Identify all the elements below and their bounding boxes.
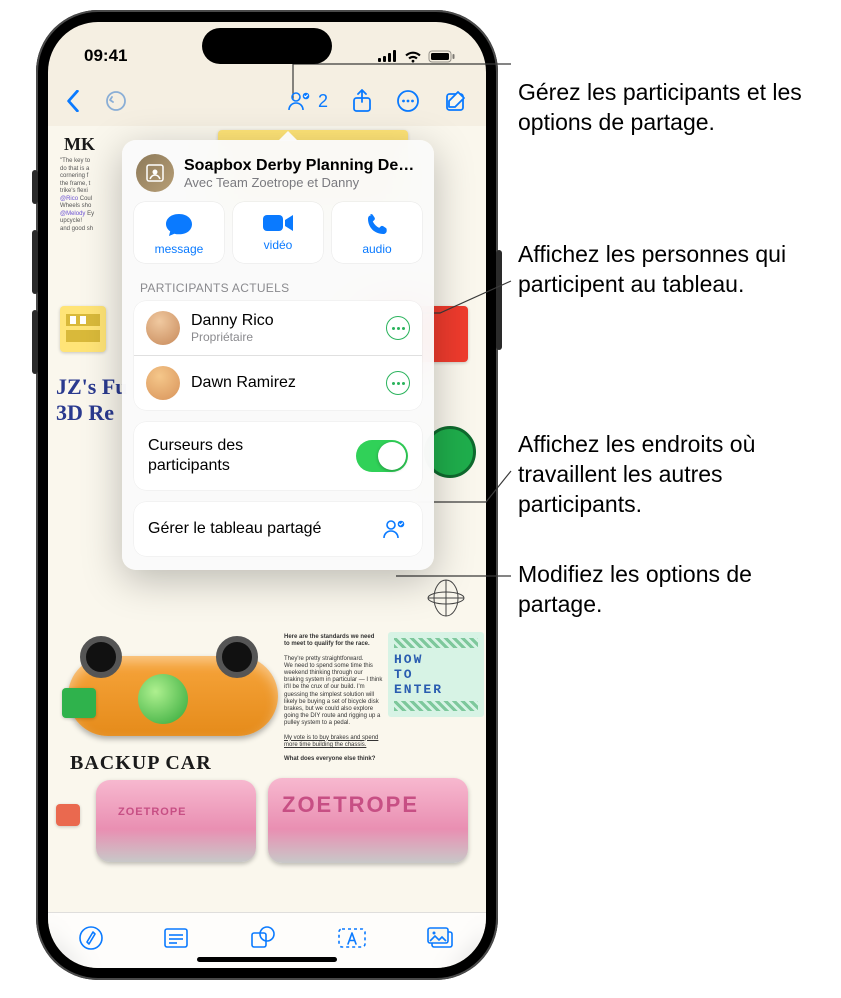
power-button bbox=[496, 250, 502, 350]
silence-switch bbox=[32, 170, 38, 204]
cursors-label: Curseurs des participants bbox=[148, 436, 328, 476]
participant-row[interactable]: Dawn Ramirez bbox=[134, 355, 422, 410]
participant-more-button[interactable] bbox=[386, 316, 410, 340]
collab-count-label: 2 bbox=[318, 91, 328, 112]
video-label: vidéo bbox=[264, 238, 293, 252]
callout-text: Gérez les participants et les options de… bbox=[518, 78, 838, 138]
status-time: 09:41 bbox=[84, 46, 127, 66]
manage-label: Gérer le tableau partagé bbox=[148, 520, 321, 538]
participant-more-button[interactable] bbox=[386, 371, 410, 395]
car-illustration bbox=[68, 656, 278, 736]
collaboration-popover: Soapbox Derby Planning De… Avec Team Zoe… bbox=[122, 140, 434, 570]
audio-button[interactable]: audio bbox=[332, 202, 422, 263]
participants-header: PARTICIPANTS ACTUELS bbox=[134, 263, 422, 301]
pen-tool-button[interactable] bbox=[78, 925, 104, 956]
phone-icon bbox=[364, 212, 390, 238]
manage-shared-board-row[interactable]: Gérer le tableau partagé bbox=[134, 502, 422, 556]
share-button[interactable] bbox=[352, 89, 372, 113]
sticky-note[interactable] bbox=[56, 804, 80, 826]
participant-row[interactable]: Danny Rico Propriétaire bbox=[134, 301, 422, 355]
howto-line: HOW bbox=[394, 652, 478, 667]
sticky-note[interactable] bbox=[62, 688, 96, 718]
handwriting-text: JZ's Fu 3D Re bbox=[56, 374, 128, 426]
photo-thumbnail[interactable]: ZOETROPE bbox=[96, 780, 256, 862]
iphone-frame: 09:41 bbox=[36, 10, 498, 980]
participant-cursors-row: Curseurs des participants bbox=[134, 422, 422, 490]
message-icon bbox=[164, 212, 194, 238]
cellular-icon bbox=[378, 50, 398, 62]
photo-thumbnail[interactable]: ZOETROPE bbox=[268, 778, 468, 863]
compose-button[interactable] bbox=[444, 89, 468, 113]
popover-title: Soapbox Derby Planning De… bbox=[184, 157, 420, 175]
more-button[interactable] bbox=[396, 89, 420, 113]
sticky-tool-button[interactable] bbox=[163, 927, 189, 954]
collaboration-button[interactable]: 2 bbox=[287, 90, 328, 112]
avatar bbox=[146, 366, 180, 400]
screen: 09:41 bbox=[48, 22, 486, 968]
participant-name: Dawn Ramirez bbox=[191, 374, 375, 392]
sticky-note[interactable] bbox=[60, 306, 106, 352]
audio-label: audio bbox=[362, 242, 391, 256]
callout-text: Modifiez les options de partage. bbox=[518, 560, 838, 620]
message-button[interactable]: message bbox=[134, 202, 224, 263]
canvas-paragraph: Here are the standards we needto meet to… bbox=[284, 634, 384, 763]
media-tool-button[interactable] bbox=[426, 926, 456, 955]
wifi-icon bbox=[404, 50, 422, 63]
battery-icon bbox=[428, 50, 456, 63]
participant-role: Propriétaire bbox=[191, 330, 375, 344]
home-indicator[interactable] bbox=[197, 957, 337, 962]
callout-text: Affichez les personnes qui participent a… bbox=[518, 240, 838, 300]
text-tool-button[interactable] bbox=[337, 926, 367, 955]
howto-line: TO bbox=[394, 667, 478, 682]
video-icon bbox=[262, 212, 294, 234]
video-button[interactable]: vidéo bbox=[233, 202, 323, 263]
canvas-sketch bbox=[426, 578, 466, 618]
howto-line: ENTER bbox=[394, 682, 478, 697]
participants-list: Danny Rico Propriétaire Dawn Ramirez bbox=[134, 301, 422, 410]
backup-car-label: BACKUP CAR bbox=[70, 752, 212, 775]
shapes-tool-button[interactable] bbox=[249, 925, 277, 956]
canvas-text: MK bbox=[64, 134, 95, 155]
avatar bbox=[146, 311, 180, 345]
volume-down bbox=[32, 310, 38, 374]
collaboration-icon bbox=[382, 518, 408, 540]
board-avatar bbox=[136, 154, 174, 192]
volume-up bbox=[32, 230, 38, 294]
dynamic-island bbox=[202, 28, 332, 64]
top-toolbar: 2 bbox=[48, 78, 486, 124]
cursors-toggle[interactable] bbox=[356, 440, 408, 472]
undo-button[interactable] bbox=[104, 90, 128, 112]
message-label: message bbox=[155, 242, 204, 256]
callout-text: Affichez les endroits où travaillent les… bbox=[518, 430, 838, 520]
popover-subtitle: Avec Team Zoetrope et Danny bbox=[184, 175, 420, 190]
participant-name: Danny Rico bbox=[191, 312, 375, 330]
howto-card[interactable]: HOW TO ENTER bbox=[388, 632, 484, 717]
back-button[interactable] bbox=[66, 90, 80, 112]
